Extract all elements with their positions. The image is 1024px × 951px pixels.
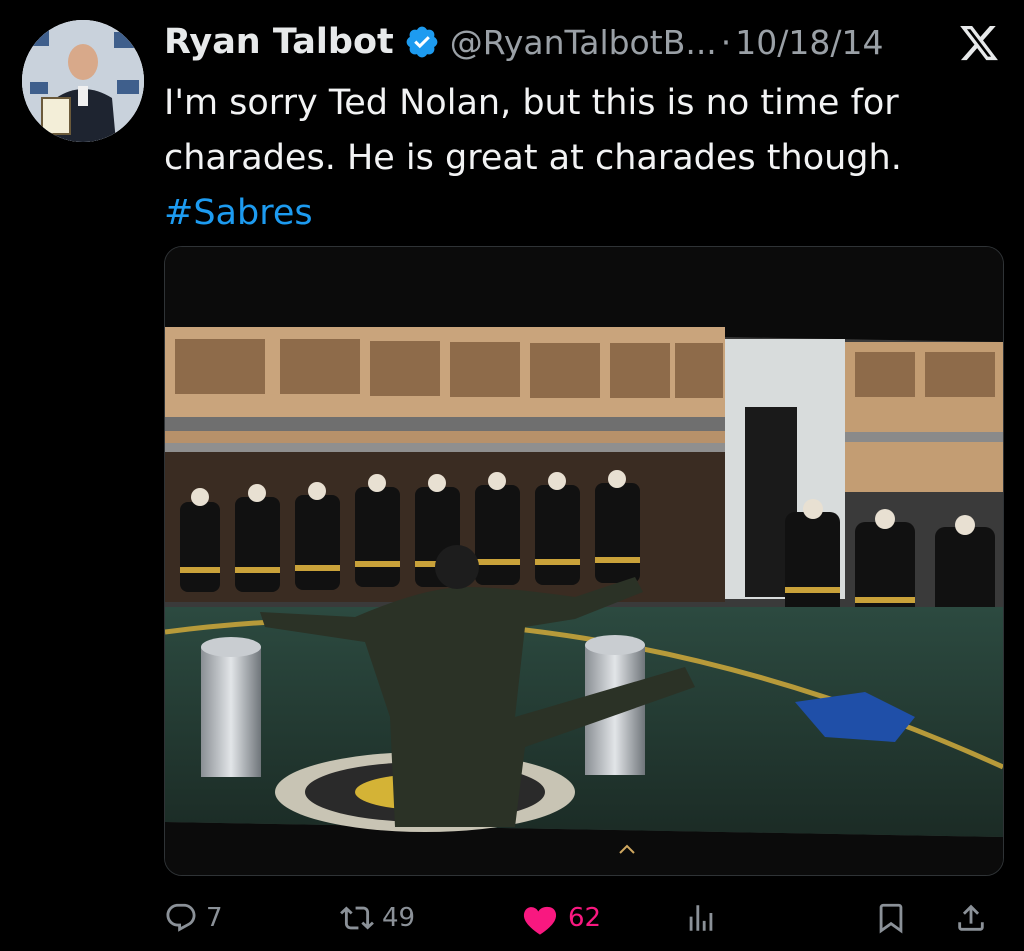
author-handle[interactable]: @RyanTalbotB... [450, 23, 717, 62]
reply-count: 7 [206, 903, 223, 933]
retweet-icon [340, 901, 374, 935]
views-button[interactable] [684, 895, 718, 941]
tweet-header: Ryan Talbot @RyanTalbotB... · 10/18/14 [164, 16, 1000, 68]
tweet-text-line: I'm sorry Ted Nolan, but this is no time… [164, 83, 899, 123]
verified-badge-icon [404, 24, 440, 60]
retweet-count: 49 [382, 903, 416, 933]
reply-button[interactable]: 7 [164, 895, 223, 941]
tweet-media-photo[interactable] [164, 246, 1004, 876]
like-count: 62 [568, 903, 602, 933]
bookmark-button[interactable] [874, 895, 908, 941]
x-logo-icon[interactable] [958, 22, 1000, 64]
heart-icon [520, 898, 560, 938]
hashtag-link[interactable]: #Sabres [164, 186, 984, 241]
tweet-action-bar: 7 49 62 [164, 895, 1004, 941]
like-button[interactable]: 62 [520, 895, 601, 941]
author-name[interactable]: Ryan Talbot [164, 22, 394, 62]
reply-icon [164, 901, 198, 935]
tweet-text: I'm sorry Ted Nolan, but this is no time… [164, 76, 984, 241]
share-icon [954, 901, 988, 935]
bookmark-icon [874, 901, 908, 935]
share-button[interactable] [954, 895, 988, 941]
views-icon [684, 901, 718, 935]
tweet-text-line: charades. He is great at charades though… [164, 138, 902, 178]
retweet-button[interactable]: 49 [340, 895, 415, 941]
tweet-date[interactable]: 10/18/14 [735, 23, 883, 62]
author-avatar[interactable] [22, 20, 144, 142]
separator-dot: · [720, 22, 732, 62]
